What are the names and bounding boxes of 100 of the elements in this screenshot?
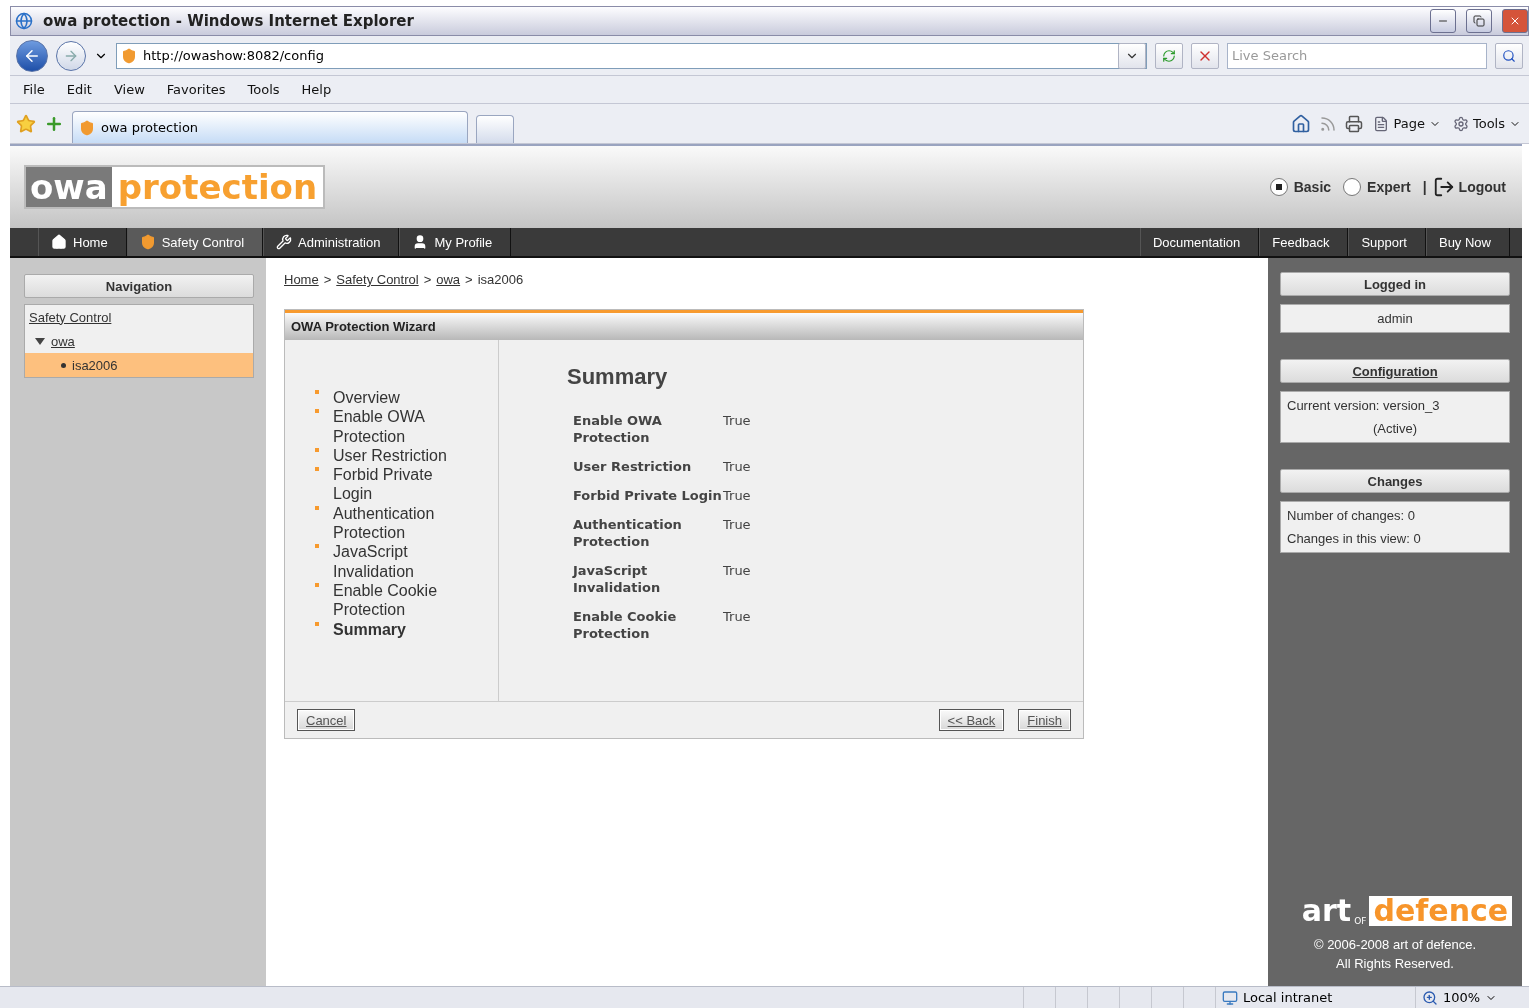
nav-tab[interactable]: Administration — [263, 228, 400, 256]
summary-label: Forbid Private Login — [573, 487, 723, 504]
tree-item[interactable]: isa2006 — [25, 353, 253, 377]
back-button[interactable]: << Back — [938, 709, 1005, 731]
command-button[interactable]: Tools — [1450, 115, 1523, 132]
breadcrumb-link[interactable]: Home — [284, 272, 319, 287]
owa-protection-logo: owa protection — [24, 165, 326, 209]
copyright-text: © 2006-2008 art of defence. — [1313, 937, 1477, 952]
summary-label: JavaScript Invalidation — [573, 562, 662, 596]
search-field[interactable]: Live Search — [1227, 42, 1487, 69]
nav-tab[interactable]: My Profile — [399, 228, 512, 256]
close-button[interactable] — [1502, 9, 1528, 33]
wizard-step: Forbid Private Login — [315, 465, 498, 504]
window-title: owa protection - Windows Internet Explorer — [43, 12, 415, 30]
shield-icon — [139, 234, 156, 250]
summary-heading: Summary — [567, 364, 669, 390]
browser-tab[interactable]: owa protection — [72, 111, 468, 143]
breadcrumb-separator: > — [465, 272, 473, 287]
print-icon[interactable] — [1345, 114, 1364, 133]
breadcrumb-link[interactable]: Safety Control — [336, 272, 419, 287]
minimize-button[interactable] — [1430, 9, 1456, 33]
nav-tab[interactable]: Home — [38, 228, 127, 256]
nav-tab[interactable]: Safety Control — [126, 228, 264, 256]
home-icon — [51, 234, 67, 250]
refresh-icon — [1162, 48, 1176, 63]
network-icon — [1222, 989, 1238, 1006]
tree-item[interactable]: Safety Control — [25, 305, 253, 329]
menu-item[interactable]: Help — [294, 82, 339, 97]
separator-text: | — [1422, 179, 1427, 195]
version-text: (Active) — [1371, 421, 1419, 436]
wrench-icon — [276, 234, 293, 250]
breadcrumb-separator: > — [323, 272, 332, 287]
home-icon[interactable] — [1291, 113, 1312, 134]
summary-value: True — [723, 608, 751, 626]
back-button[interactable] — [16, 39, 48, 72]
configuration-link[interactable]: Configuration — [1280, 359, 1510, 383]
summary-value: True — [723, 412, 751, 430]
summary-value: True — [723, 516, 751, 534]
address-dropdown-button[interactable] — [1118, 42, 1146, 69]
wizard-title: OWA Protection Wizard — [285, 310, 1083, 340]
menu-item[interactable]: Tools — [240, 82, 287, 97]
wizard-step: Authentication Protection — [315, 503, 498, 543]
summary-value: True — [723, 458, 751, 475]
tree-item[interactable]: owa — [25, 329, 253, 353]
refresh-button[interactable] — [1155, 42, 1183, 69]
browser-logo-icon — [15, 12, 33, 30]
changes-header: Changes — [1280, 469, 1510, 493]
wizard-step: JavaScript Invalidation — [315, 542, 498, 581]
mode-label: Basic — [1293, 179, 1332, 195]
mode-radio[interactable] — [1343, 178, 1362, 196]
restore-button[interactable] — [1466, 9, 1492, 33]
changes-text: Number of changes: 0 — [1287, 508, 1416, 523]
search-button[interactable] — [1495, 42, 1523, 69]
username-text: admin — [1376, 311, 1414, 326]
logged-in-header: Logged in — [1280, 272, 1510, 296]
address-field[interactable]: http://owashow:8082/config — [116, 42, 1147, 69]
menu-item[interactable]: File — [16, 82, 52, 97]
wizard-step: Enable OWA Protection — [315, 407, 498, 446]
summary-value: True — [723, 562, 751, 580]
changes-text: Changes in this view: 0 — [1287, 531, 1422, 546]
zoom-icon[interactable] — [1422, 989, 1438, 1006]
nav-link[interactable]: Feedback — [1259, 228, 1349, 256]
summary-value: True — [723, 487, 751, 504]
nav-link[interactable]: Support — [1348, 228, 1426, 256]
cancel-button[interactable]: Cancel — [297, 709, 356, 731]
zone-text: Local intranet — [1243, 990, 1333, 1005]
new-tab-button[interactable] — [476, 115, 514, 143]
gear-icon — [1452, 115, 1469, 132]
summary-label: Enable Cookie Protection — [573, 608, 678, 642]
breadcrumb-separator: > — [423, 272, 432, 287]
menu-item[interactable]: View — [106, 82, 152, 97]
zoom-text[interactable]: 100% — [1443, 990, 1481, 1005]
favorites-star-icon[interactable] — [16, 113, 36, 134]
summary-label: Enable OWA Protection — [573, 412, 663, 446]
command-button[interactable]: Page — [1371, 115, 1443, 132]
logout-icon — [1432, 176, 1455, 198]
site-icon — [121, 47, 137, 64]
wizard-step: Summary — [315, 619, 498, 639]
nav-link[interactable]: Documentation — [1139, 228, 1260, 256]
breadcrumb-link[interactable]: owa — [436, 272, 461, 287]
copyright-text: All Rights Reserved. — [1336, 956, 1454, 971]
stop-button[interactable] — [1191, 42, 1219, 69]
forward-button[interactable] — [56, 40, 86, 71]
logout-link[interactable]: Logout — [1432, 176, 1506, 198]
page-icon — [1373, 115, 1390, 132]
feed-icon[interactable] — [1319, 114, 1338, 133]
mode-radio[interactable] — [1269, 178, 1288, 196]
menu-item[interactable]: Favorites — [159, 82, 233, 97]
current-page-label: isa2006 — [477, 272, 524, 287]
expand-arrow-icon[interactable] — [35, 337, 45, 345]
search-icon — [1502, 48, 1516, 63]
shield-icon — [79, 119, 95, 136]
mode-label: Expert — [1367, 179, 1411, 195]
finish-button[interactable]: Finish — [1018, 709, 1071, 731]
menu-item[interactable]: Edit — [59, 82, 99, 97]
summary-label: User Restriction — [573, 458, 693, 475]
nav-link[interactable]: Buy Now — [1425, 228, 1510, 256]
summary-label: Authentication Protection — [573, 516, 683, 550]
version-text: Current version: version_3 — [1287, 398, 1441, 413]
close-icon — [1509, 15, 1521, 27]
